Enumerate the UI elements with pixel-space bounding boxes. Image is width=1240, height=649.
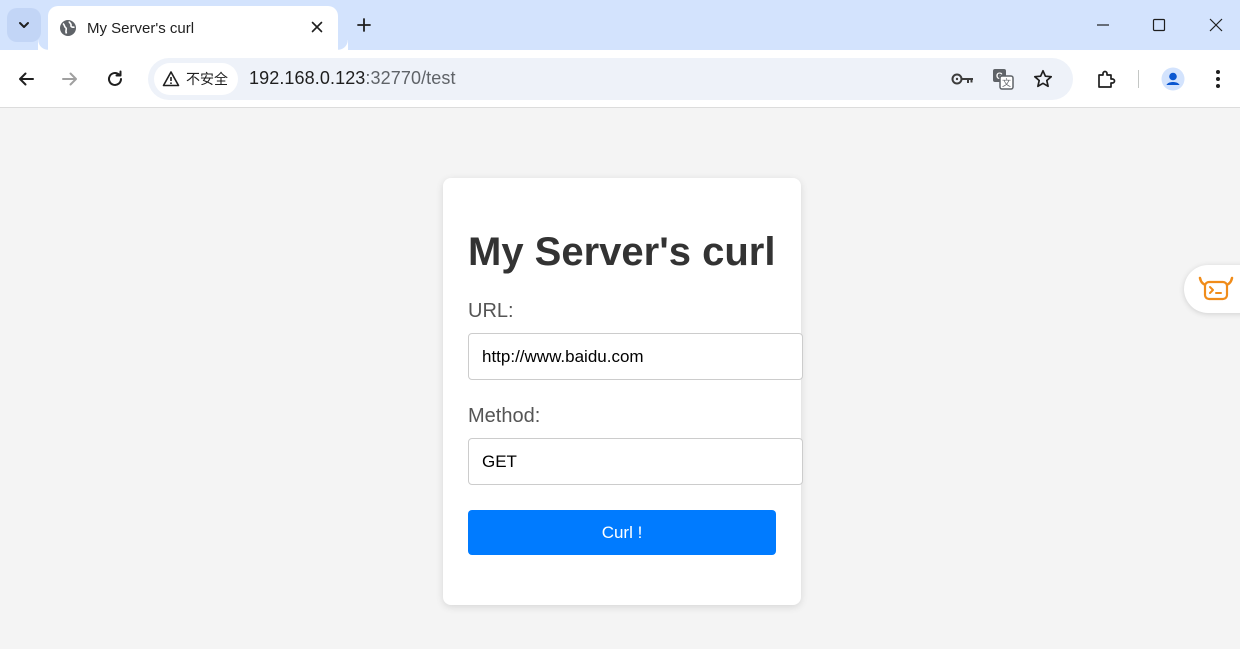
tab-strip: My Server's curl (0, 0, 1240, 50)
arrow-right-icon (62, 72, 77, 86)
star-icon (1033, 69, 1053, 88)
tab-close-button[interactable] (306, 16, 328, 38)
chevron-down-icon (19, 22, 29, 28)
warning-icon (162, 71, 180, 87)
plus-icon (357, 18, 371, 32)
new-tab-button[interactable] (351, 12, 377, 38)
back-button[interactable] (10, 63, 42, 95)
avatar-icon (1161, 67, 1185, 91)
url-input[interactable] (468, 333, 803, 380)
minimize-icon (1097, 24, 1109, 26)
forward-button[interactable] (54, 63, 86, 95)
bull-terminal-icon (1198, 276, 1234, 301)
maximize-button[interactable] (1144, 10, 1174, 40)
floating-assistant-widget[interactable] (1184, 265, 1240, 313)
url-host: 192.168.0.123 (249, 68, 366, 88)
minimize-button[interactable] (1088, 10, 1118, 40)
extensions-button[interactable] (1090, 63, 1122, 95)
curl-submit-button[interactable]: Curl ! (468, 510, 776, 555)
toolbar-divider (1138, 70, 1139, 88)
security-label: 不安全 (186, 71, 228, 87)
menu-button[interactable] (1202, 63, 1234, 95)
url-path: :32770/test (365, 68, 456, 88)
puzzle-icon (1098, 70, 1116, 88)
key-icon (951, 73, 973, 85)
more-vertical-icon (1216, 70, 1220, 88)
maximize-icon (1152, 18, 1166, 32)
reload-icon (108, 70, 122, 86)
profile-button[interactable] (1157, 63, 1189, 95)
url-label: URL: (468, 300, 514, 322)
bookmark-button[interactable] (1030, 66, 1056, 92)
close-icon (311, 21, 323, 33)
globe-icon (60, 20, 76, 36)
browser-toolbar: 不安全 192.168.0.123:32770/test G文 (0, 50, 1240, 108)
close-icon (1209, 18, 1223, 32)
close-window-button[interactable] (1201, 10, 1231, 40)
curl-form-card: My Server's curl URL: Method: Curl ! (443, 178, 803, 605)
method-label: Method: (468, 405, 541, 427)
active-tab[interactable]: My Server's curl (48, 6, 348, 50)
svg-text:文: 文 (1002, 77, 1011, 89)
tab-search-button[interactable] (7, 8, 41, 42)
password-key-button[interactable] (950, 66, 976, 92)
arrow-left-icon (19, 72, 34, 86)
url-text[interactable]: 192.168.0.123:32770/test (249, 68, 456, 89)
translate-icon: G文 (993, 69, 1014, 90)
tab-title: My Server's curl (87, 19, 195, 37)
method-input[interactable] (468, 438, 803, 485)
translate-button[interactable]: G文 (990, 66, 1016, 92)
security-chip[interactable]: 不安全 (154, 63, 238, 95)
page-title: My Server's curl (468, 230, 776, 274)
reload-button[interactable] (99, 63, 131, 95)
address-bar[interactable]: 不安全 192.168.0.123:32770/test G文 (148, 58, 1073, 100)
